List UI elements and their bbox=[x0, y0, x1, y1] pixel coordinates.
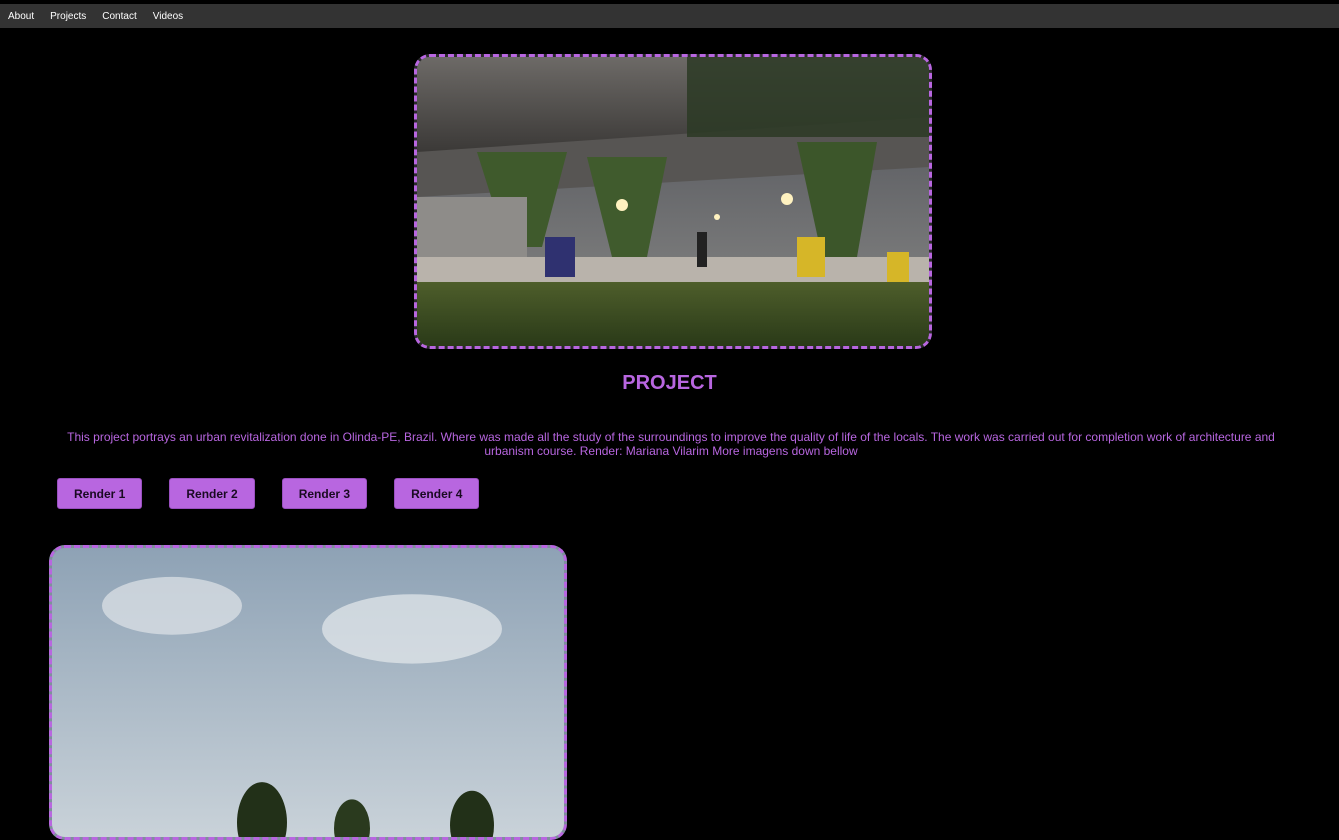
nav-link-videos[interactable]: Videos bbox=[153, 11, 183, 22]
project-description: This project portrays an urban revitaliz… bbox=[67, 430, 1275, 458]
hero-image-frame bbox=[414, 54, 932, 349]
hero-render-image bbox=[417, 57, 929, 346]
render-2-button[interactable]: Render 2 bbox=[169, 478, 255, 509]
render-3-button[interactable]: Render 3 bbox=[281, 478, 368, 509]
nav-link-projects[interactable]: Projects bbox=[50, 11, 86, 22]
render-1-button[interactable]: Render 1 bbox=[57, 478, 143, 509]
page-title: PROJECT bbox=[622, 372, 717, 394]
render-image-frame bbox=[49, 545, 567, 840]
render-image bbox=[52, 548, 564, 837]
render-4-button[interactable]: Render 4 bbox=[394, 478, 480, 509]
nav-link-contact[interactable]: Contact bbox=[102, 11, 136, 22]
render-button-row: Render 1 Render 2 Render 3 Render 4 bbox=[57, 478, 506, 509]
top-navigation-bar: About Projects Contact Videos bbox=[0, 4, 1339, 28]
nav-link-about[interactable]: About bbox=[8, 11, 34, 22]
